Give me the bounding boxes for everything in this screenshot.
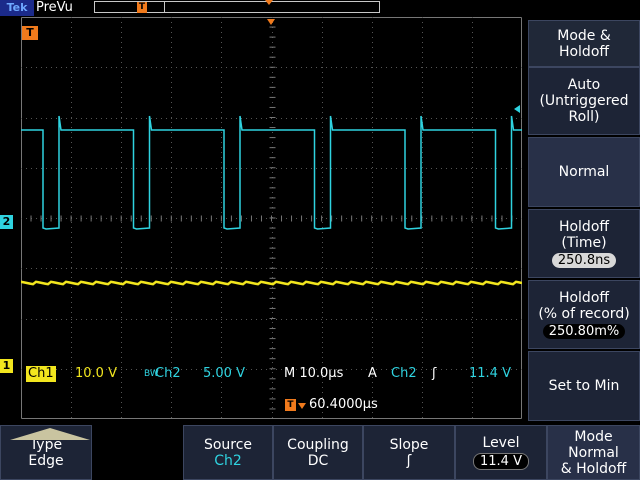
side-menu-title: Mode & Holdoff — [528, 20, 640, 67]
auto-label: Auto — [567, 77, 601, 93]
holdoff-percent-button[interactable]: Holdoff (% of record) 250.80m% — [528, 280, 640, 349]
holdoff-percent-sublabel: (% of record) — [538, 306, 630, 322]
delay-arrow-icon — [298, 403, 306, 409]
set-to-min-button[interactable]: Set to Min — [528, 351, 640, 421]
ch2-waveform — [21, 115, 522, 230]
trigger-slope-icon: ʃ — [432, 366, 437, 381]
holdoff-time-sublabel: (Time) — [561, 235, 607, 251]
coupling-label: Coupling — [287, 436, 349, 453]
trigger-source-button[interactable]: Source Ch2 — [183, 425, 273, 480]
delay-readout: 60.4000µs — [309, 397, 378, 412]
ch1-waveform — [21, 280, 522, 286]
level-value: 11.4 V — [473, 453, 529, 470]
type-value: Edge — [28, 452, 64, 469]
slope-value-icon: ʃ — [406, 452, 412, 469]
ch2-ground-marker[interactable]: 2 — [0, 215, 13, 229]
trigger-mode-button[interactable]: Mode Normal & Holdoff — [547, 425, 640, 480]
holdoff-time-value: 250.8ns — [551, 253, 617, 268]
source-value: Ch2 — [214, 452, 242, 469]
trigger-position-arrow-icon — [265, 0, 273, 5]
tek-logo: Tek — [0, 0, 34, 16]
menu-title-text: Mode & Holdoff — [557, 27, 611, 60]
auto-label-3: Roll) — [568, 109, 600, 125]
auto-label-2: (Untriggered — [539, 93, 629, 109]
ch1-scale: 10.0 V — [75, 366, 117, 381]
trigger-coupling-button[interactable]: Coupling DC — [273, 425, 363, 480]
trigger-source-readout: Ch2 — [391, 366, 417, 381]
mode-label: Mode — [574, 428, 613, 445]
source-label: Source — [203, 436, 253, 453]
trigger-level-readout: 11.4 V — [469, 366, 511, 381]
ch2-scale: 5.00 V — [203, 366, 245, 381]
trigger-position-icon: T — [22, 26, 38, 40]
trigger-type-readout: A — [368, 366, 377, 381]
trigger-slope-button[interactable]: Slope ʃ — [363, 425, 455, 480]
timebase-readout: M 10.0µs — [284, 366, 344, 381]
trigger-level-button[interactable]: Level 11.4 V — [455, 425, 547, 480]
waveform-graticule[interactable] — [21, 17, 522, 419]
holdoff-percent-label: Holdoff — [558, 290, 610, 306]
record-trigger-icon: T — [137, 2, 147, 13]
set-to-min-label: Set to Min — [548, 378, 620, 394]
holdoff-time-button[interactable]: Holdoff (Time) 250.8ns — [528, 209, 640, 278]
trigger-level-marker-icon — [514, 105, 520, 113]
ch1-label: Ch1 — [26, 366, 56, 382]
coupling-value: DC — [307, 452, 329, 469]
holdoff-time-label: Holdoff — [558, 219, 610, 235]
normal-mode-button[interactable]: Normal — [528, 137, 640, 207]
ch1-ground-marker[interactable]: 1 — [0, 359, 13, 373]
acquisition-status: PreVu — [36, 0, 73, 15]
mode-value: Normal — [568, 444, 619, 461]
delay-trigger-icon: T — [285, 399, 296, 411]
normal-label: Normal — [558, 164, 610, 180]
holdoff-percent-value: 250.80m% — [542, 324, 626, 339]
type-tab-icon — [10, 428, 90, 440]
graticule-grid — [21, 17, 522, 419]
trigger-time-marker — [267, 19, 275, 25]
level-label: Level — [482, 435, 520, 451]
mode-value-2: & Holdoff — [560, 460, 627, 477]
slope-label: Slope — [389, 436, 429, 453]
auto-mode-button[interactable]: Auto (Untriggered Roll) — [528, 67, 640, 135]
ch2-label: Ch2 — [155, 366, 181, 381]
